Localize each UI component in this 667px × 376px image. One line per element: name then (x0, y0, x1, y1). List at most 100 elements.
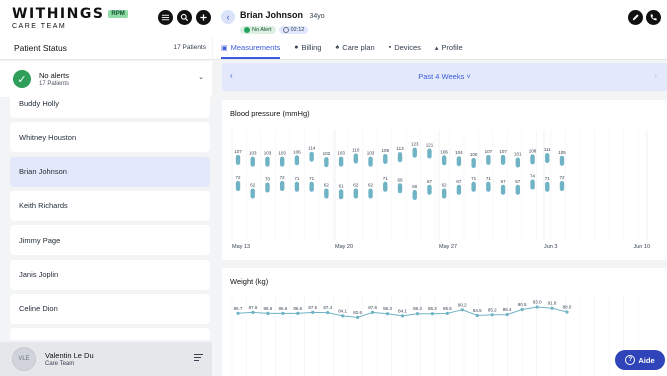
patient-list-item[interactable]: Janis Joplin (10, 259, 210, 290)
back-button[interactable]: ‹ (221, 10, 235, 24)
patient-list-item-name: Jimmy Page (19, 235, 61, 245)
patient-list-item-name: Brian Johnson (19, 167, 67, 177)
brand-logo[interactable]: WITHINGS RPM CARE TEAM (12, 6, 128, 30)
tab-billing[interactable]: ● Billing (294, 36, 321, 59)
diastolic-bar (515, 184, 521, 195)
weight-value: 82.6 (353, 310, 362, 315)
systolic-value: 106 (293, 149, 301, 154)
period-dropdown[interactable]: Past 4 Weeks ˅ (222, 72, 667, 81)
diastolic-bar (383, 181, 388, 192)
chevron-right-icon[interactable]: › (654, 71, 657, 80)
weight-value: 85.2 (488, 307, 497, 312)
weight-value: 86.3 (383, 306, 392, 311)
diastolic-value: 71 (383, 176, 389, 181)
add-icon[interactable] (196, 10, 211, 25)
time-label: 02:12 (290, 27, 305, 33)
diastolic-bar (353, 188, 359, 199)
diastolic-value: 71 (545, 176, 551, 181)
alert-filter-title: No alerts (39, 71, 70, 80)
patient-list-item-name: Whitney Houston (19, 132, 77, 142)
weight-point (475, 313, 479, 318)
weight-value: 85.4 (503, 307, 512, 312)
help-button[interactable]: ? Aide (615, 350, 665, 370)
weight-point (341, 314, 345, 318)
diastolic-value: 62 (442, 183, 448, 188)
diastolic-value: 70 (265, 177, 271, 182)
systolic-value: 103 (337, 151, 345, 156)
weight-value: 86.7 (234, 306, 243, 311)
diastolic-value: 72 (280, 175, 286, 180)
search-icon[interactable] (177, 10, 192, 25)
diastolic-value: 61 (339, 183, 345, 188)
tab-label: Measurements (230, 43, 281, 52)
diastolic-value: 71 (486, 176, 492, 181)
systolic-bar (427, 148, 432, 159)
brand-name: WITHINGS (12, 6, 105, 22)
diastolic-value: 71 (309, 176, 315, 181)
weight-value: 86.6 (293, 306, 302, 311)
diastolic-bar (486, 181, 491, 192)
diastolic-bar (309, 181, 314, 192)
systolic-value: 105 (558, 150, 566, 155)
systolic-bar (383, 153, 388, 164)
patient-list-item[interactable]: Keith Richards (10, 190, 210, 221)
diastolic-bar (471, 181, 476, 192)
weight-value: 84.1 (398, 308, 407, 313)
avatar[interactable]: VLE (12, 347, 36, 371)
diastolic-value: 62 (368, 183, 374, 188)
diastolic-value: 67 (427, 179, 433, 184)
systolic-value: 121 (426, 143, 434, 148)
tab-devices[interactable]: ▪ Devices (389, 36, 421, 59)
weight-point (490, 313, 494, 317)
phone-icon[interactable] (646, 10, 661, 25)
weight-card: Weight (kg) 86.7 87.6 86.6 86.6 86.6 87.6 87.4… (222, 268, 667, 376)
systolic-bar (486, 154, 491, 165)
list-icon[interactable] (158, 10, 173, 25)
systolic-bar (530, 154, 535, 165)
patient-list-item[interactable]: Brian Johnson (10, 156, 210, 187)
patient-list-item[interactable]: Buddy Holly (10, 88, 210, 118)
diastolic-value: 62 (250, 183, 256, 188)
weight-value: 90.2 (458, 302, 467, 307)
patient-tabs: ▣ Measurements ● Billing ♠ Care plan ▪ Devices ▴… (213, 36, 667, 60)
systolic-bar (397, 152, 403, 163)
diastolic-bar (324, 188, 329, 199)
weight-point (385, 312, 390, 316)
tab-label: Devices (394, 43, 421, 52)
systolic-bar (235, 154, 241, 165)
patient-status-title: Patient Status (14, 42, 67, 53)
tab-care-plan[interactable]: ♠ Care plan (335, 36, 374, 59)
x-tick-label: Jun 3 (544, 244, 557, 250)
chevron-left-icon: ‹ (226, 12, 230, 22)
weight-point (326, 311, 330, 315)
systolic-bar (309, 151, 314, 162)
user-icon: ▴ (434, 44, 439, 52)
systolic-bar (279, 156, 285, 167)
weight-value: 87.4 (323, 305, 332, 310)
systolic-bar (559, 155, 565, 166)
tab-profile[interactable]: ▴ Profile (435, 36, 463, 59)
systolic-value: 100 (470, 152, 478, 157)
edit-icon[interactable] (628, 10, 643, 25)
diastolic-value: 62 (353, 183, 359, 188)
menu-icon[interactable] (194, 354, 203, 363)
bp-grid (231, 130, 648, 240)
weight-point (251, 310, 255, 314)
patient-list-item[interactable]: Whitney Houston (10, 122, 210, 153)
patient-list-item-name: Celine Dion (19, 304, 58, 314)
top-bar: WITHINGS RPM CARE TEAM ‹ Brian Johnson 3… (0, 0, 667, 36)
patient-list-item[interactable]: Celine Dion (10, 293, 210, 324)
diastolic-value: 62 (324, 183, 330, 188)
check-circle-icon: ✓ (13, 70, 31, 88)
diastolic-value: 67 (456, 179, 462, 184)
systolic-value: 107 (485, 149, 493, 154)
tab-measurements[interactable]: ▣ Measurements (221, 36, 281, 59)
rpm-badge: RPM (108, 10, 128, 18)
patient-list-item[interactable]: Jimmy Page (10, 225, 210, 256)
diastolic-bar (456, 184, 462, 195)
systolic-value: 103 (367, 151, 375, 156)
weight-value: 88.0 (563, 305, 572, 310)
patient-list-item[interactable]: Steven Tyler (10, 328, 210, 340)
systolic-value: 106 (440, 149, 448, 154)
systolic-bar (265, 156, 270, 167)
